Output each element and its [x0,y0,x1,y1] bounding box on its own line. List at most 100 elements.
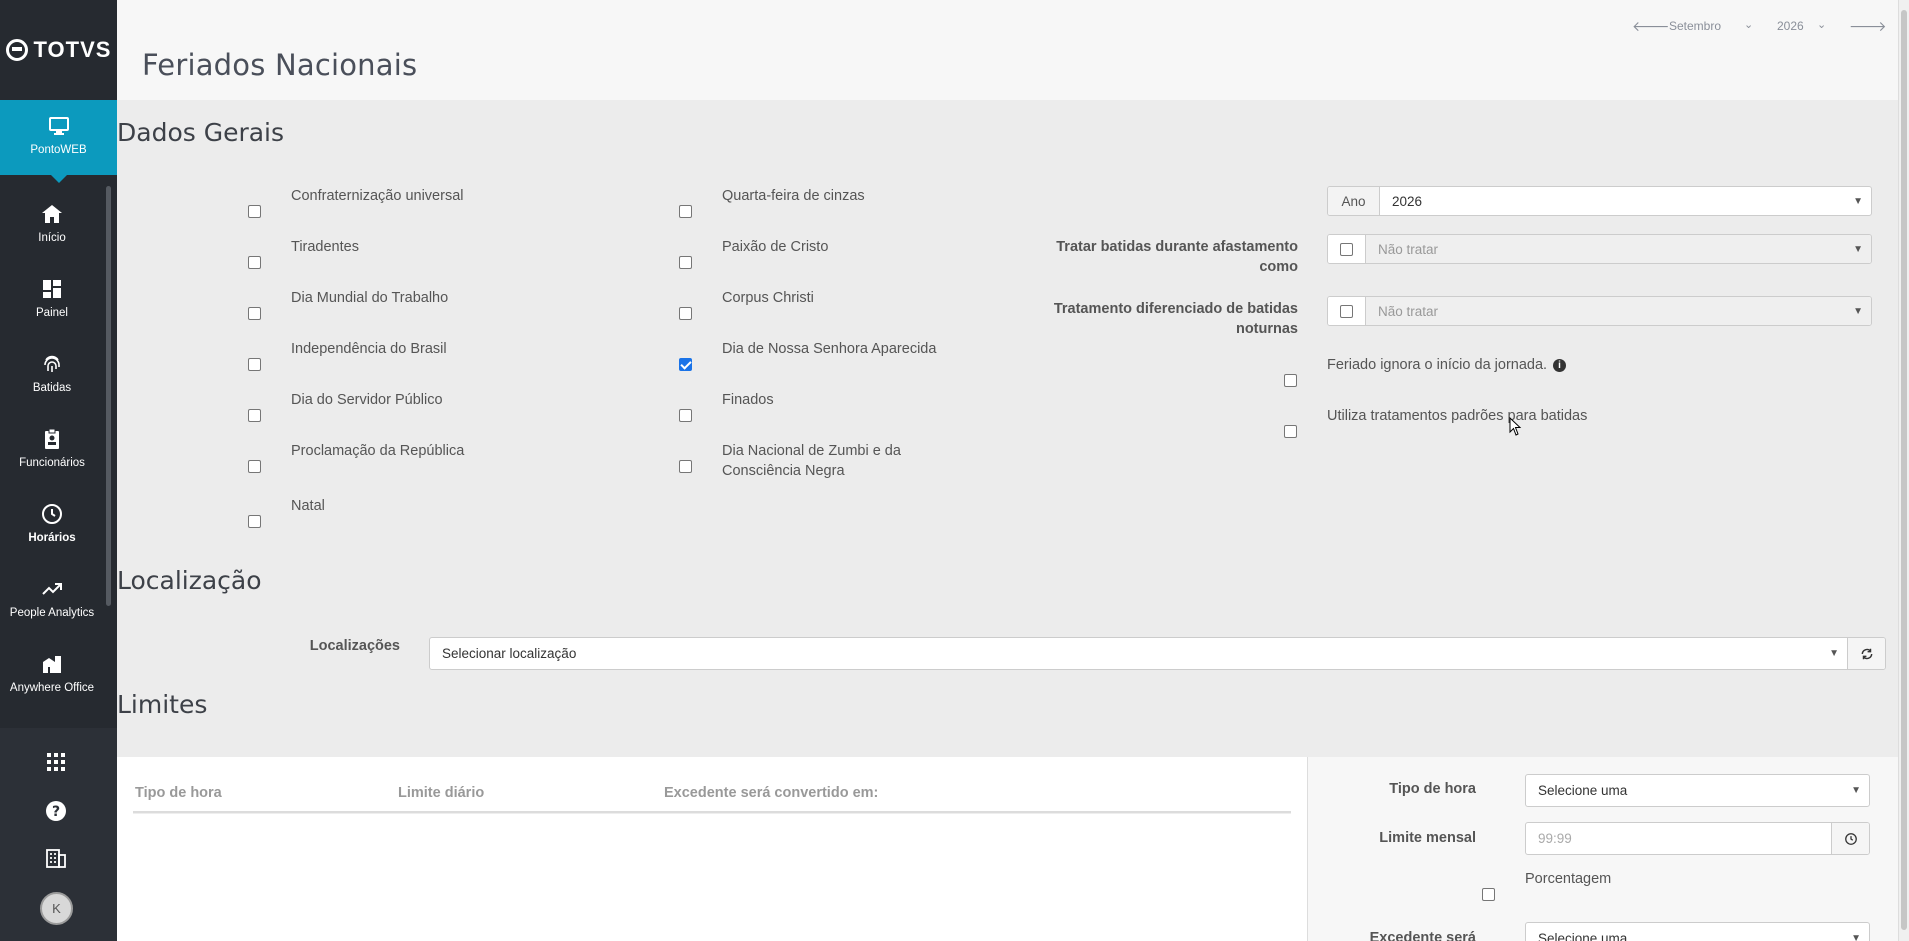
year-select[interactable]: 2026 ▼ [1380,187,1871,215]
hour-type-label: Tipo de hora [1389,781,1476,797]
holiday-label: Dia de Nossa Senhora Aparecida [722,341,937,357]
holiday-label: Corpus Christi [722,290,814,306]
totvs-logo[interactable]: TOTVS [0,0,117,100]
refresh-button[interactable] [1847,638,1885,669]
arrow-left-icon[interactable]: 🡐 [1632,18,1670,35]
absence-checkbox[interactable] [1340,242,1353,256]
scrollbar-thumb[interactable] [1901,10,1907,930]
night-toggle[interactable] [1328,297,1366,325]
excess-select[interactable]: Selecione uma ▼ [1526,923,1869,941]
chevron-down-icon[interactable]: ⌄ [1817,18,1829,31]
mouse-cursor-icon [1509,417,1522,436]
excess-field: Selecione uma ▼ [1525,922,1870,941]
avatar-initial: K [52,901,61,916]
sidebar-item-label: Anywhere Office [9,682,95,694]
holiday-checkbox[interactable] [679,256,692,269]
holiday-checkbox[interactable] [248,409,261,422]
limits-form-panel: Tipo de hora Selecione uma ▼ Limite mensa… [1307,757,1898,941]
avatar[interactable]: K [40,892,73,925]
year-field: Ano 2026 ▼ [1327,186,1872,216]
sidebar-item-label: PontoWEB [30,144,87,156]
night-checkbox[interactable] [1340,304,1353,318]
section-title-limits: Limites [117,690,208,719]
excess-label: Excedente será [1369,930,1476,941]
page-scrollbar[interactable] [1898,0,1909,941]
column-header[interactable]: Limite diário [398,785,484,801]
hour-type-value: Selecione uma [1538,783,1628,798]
chevron-down-icon: ▼ [1853,195,1863,207]
sidebar-item-batidas[interactable]: Batidas [0,336,104,411]
help-icon[interactable]: ? [44,799,68,823]
holiday-checkbox[interactable] [679,409,692,422]
company-icon[interactable] [44,846,68,870]
month-select[interactable]: Setembro [1669,19,1721,33]
badge-icon [45,428,59,449]
holiday-checkbox-checked[interactable] [679,358,692,371]
info-icon[interactable]: i [1553,359,1567,372]
holiday-label: Dia Nacional de Zumbi e da Consciência N… [722,443,901,479]
holiday-label: Quarta-feira de cinzas [722,188,865,204]
holiday-label: Independência do Brasil [291,341,447,357]
holiday-label: Confraternização universal [291,188,464,204]
page-title: Feriados Nacionais [142,48,418,82]
chevron-down-icon: ▼ [1853,243,1863,255]
clock-icon [1844,832,1857,845]
sidebar-scrollbar[interactable] [106,186,111,606]
column-header[interactable]: Tipo de hora [135,785,222,801]
ignore-start-checkbox[interactable] [1284,374,1297,387]
holiday-checkbox[interactable] [679,205,692,218]
year-addon: Ano [1328,187,1380,215]
holiday-checkbox[interactable] [679,460,692,473]
absence-toggle[interactable] [1328,235,1366,263]
trending-icon [42,583,62,595]
sidebar-item-label: Início [38,232,66,244]
hour-type-select[interactable]: Selecione uma ▼ [1526,775,1869,806]
chevron-down-icon[interactable]: ⌄ [1744,18,1756,31]
sidebar-item-anywhere-office[interactable]: Anywhere Office [0,636,104,711]
holiday-checkbox[interactable] [248,307,261,320]
ignore-start-label: Feriado ignora o início da jornada. i [1327,357,1567,373]
hour-type-field: Selecione uma ▼ [1525,774,1870,807]
svg-text:?: ? [52,804,60,820]
arrow-right-icon[interactable]: 🡒 [1849,18,1887,35]
fingerprint-icon [44,355,60,372]
location-select[interactable]: Selecionar localização ▼ [430,638,1847,669]
default-treatment-label: Utiliza tratamentos padrões para batidas [1327,408,1588,424]
holiday-checkbox[interactable] [248,205,261,218]
chevron-down-icon: ▼ [1851,933,1861,941]
sidebar-item-label: Painel [36,307,68,319]
apps-grid-icon[interactable] [44,750,68,774]
holiday-checkbox[interactable] [248,256,261,269]
sidebar-item-painel[interactable]: Painel [0,261,104,336]
clock-button[interactable] [1831,823,1869,854]
sidebar-item-label: Batidas [32,382,72,394]
default-treatment-checkbox[interactable] [1284,425,1297,438]
monthly-limit-label: Limite mensal [1379,830,1476,846]
year-select[interactable]: 2026 [1777,19,1804,33]
sidebar-item-horarios[interactable]: Horários [0,486,104,561]
sidebar-item-funcionarios[interactable]: Funcionários [0,411,104,486]
sidebar: TOTVS PontoWEB Início Painel Batidas Fun… [0,0,117,941]
chevron-down-icon: ▼ [1851,785,1861,796]
holiday-checkbox[interactable] [248,358,261,371]
percentage-checkbox[interactable] [1482,888,1495,901]
percentage-label: Porcentagem [1525,871,1612,887]
brand-name: TOTVS [33,37,112,62]
absence-treatment-select[interactable]: Não tratar ▼ [1366,235,1871,263]
column-header[interactable]: Excedente será convertido em: [664,785,878,801]
dashboard-icon [43,280,61,298]
sidebar-item-label: Funcionários [19,457,85,469]
sidebar-item-people-analytics[interactable]: People Analytics [0,561,104,636]
location-field: Selecionar localização ▼ [429,637,1886,670]
monthly-limit-input[interactable]: 99:99 [1526,823,1831,854]
holiday-label: Natal [291,498,325,514]
sidebar-item-pontoweb[interactable]: PontoWEB [0,100,117,183]
holiday-checkbox[interactable] [679,307,692,320]
ignore-start-text: Feriado ignora o início da jornada. [1327,357,1548,373]
holiday-label: Dia Mundial do Trabalho [291,290,449,306]
sidebar-item-inicio[interactable]: Início [0,186,104,261]
night-treatment-select[interactable]: Não tratar ▼ [1366,297,1871,325]
monthly-limit-field: 99:99 [1525,822,1870,855]
holiday-checkbox[interactable] [248,460,261,473]
holiday-checkbox[interactable] [248,515,261,528]
